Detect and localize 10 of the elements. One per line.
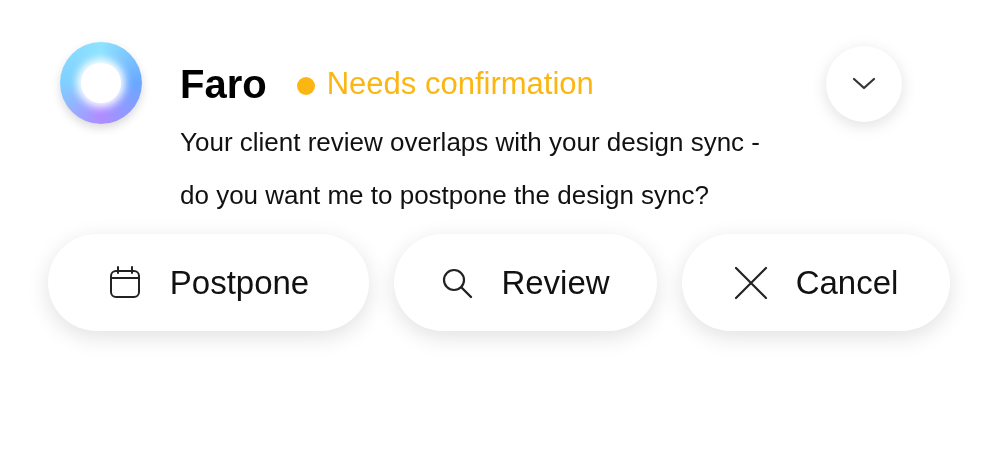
action-button[interactable]: Review [394, 234, 657, 331]
chevron-down-icon [851, 76, 877, 92]
close-icon [733, 265, 768, 300]
status-label: Needs confirmation [326, 66, 594, 102]
sender-name: Faro [180, 61, 267, 107]
action-button[interactable]: Postpone [48, 234, 369, 331]
action-button[interactable]: Cancel [682, 234, 950, 331]
message-text: Your client review overlaps with your design sync - do you want me to postpone the design sync? [180, 126, 761, 212]
calendar-icon [107, 265, 142, 300]
search-icon [441, 266, 474, 299]
